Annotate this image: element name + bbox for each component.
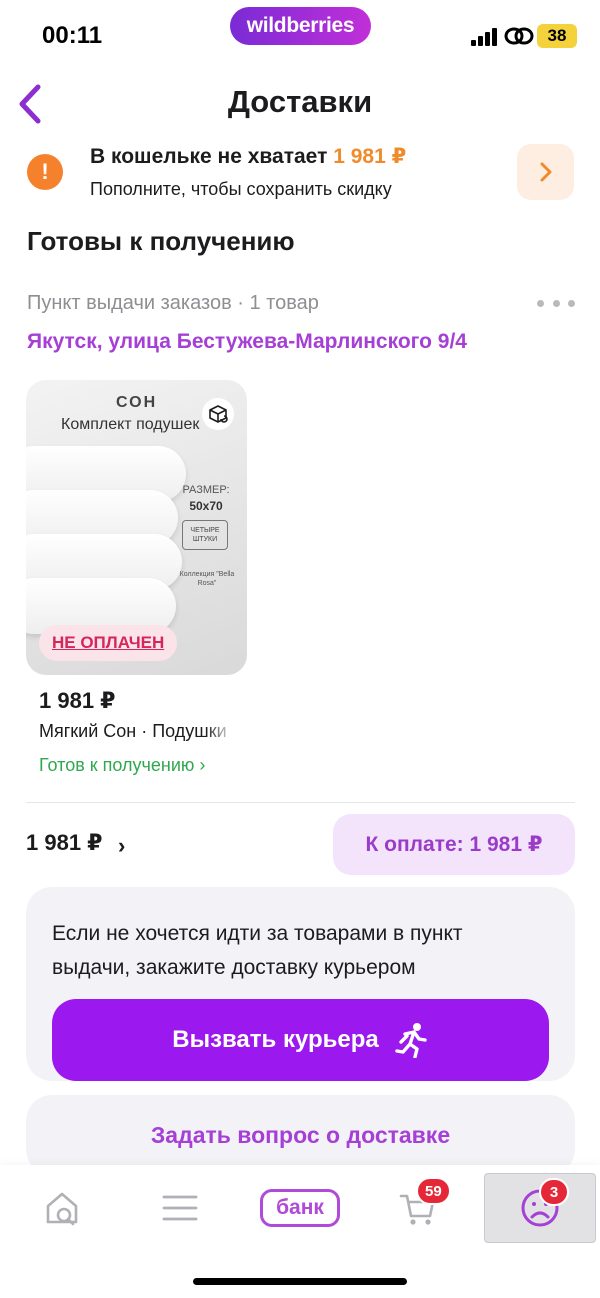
- home-search-icon: [46, 1192, 78, 1226]
- clock: 00:11: [42, 22, 103, 49]
- order-total[interactable]: 1 981 ₽: [26, 830, 102, 856]
- box-return-icon: [209, 405, 228, 423]
- running-person-icon: [395, 1023, 427, 1058]
- wallet-topup-button[interactable]: [517, 144, 574, 200]
- product-price: 1 981 ₽: [39, 688, 116, 713]
- chevron-right-icon: [540, 162, 551, 182]
- chevron-right-icon[interactable]: ›: [118, 833, 125, 859]
- size-value: 50х70: [189, 499, 223, 513]
- tab-catalog[interactable]: [124, 1173, 236, 1243]
- wallet-banner[interactable]: ! В кошельке не хватает 1 981 ₽ Пополнит…: [0, 136, 600, 214]
- section-title: Готовы к получению: [27, 226, 295, 256]
- pickup-address[interactable]: Якутск, улица Бестужева-Марлинского 9/4: [27, 330, 467, 354]
- pay-button[interactable]: К оплате: 1 981 ₽: [333, 814, 575, 875]
- product-image[interactable]: СОН Комплект подушек РАЗМЕР: 50х70 ЧЕТЫР…: [26, 380, 247, 675]
- courier-text: Если не хочется идти за товарами в пункт…: [52, 922, 463, 979]
- call-courier-label: Вызвать курьера: [172, 1026, 379, 1053]
- tab-cart[interactable]: 59: [362, 1173, 474, 1243]
- cart-badge: 59: [416, 1177, 451, 1205]
- bank-logo: банк: [260, 1189, 340, 1227]
- return-box-icon[interactable]: [202, 398, 234, 430]
- more-options-button[interactable]: [537, 292, 575, 314]
- size-label-text: РАЗМЕР:: [182, 484, 230, 496]
- unpaid-badge[interactable]: НЕ ОПЛАЧЕН: [39, 625, 178, 661]
- product-set-title: Комплект подушек: [61, 416, 200, 433]
- wallet-amount: 1 981 ₽: [333, 145, 407, 168]
- dot-icon: [568, 299, 575, 307]
- link-icon: [504, 27, 534, 45]
- call-courier-button[interactable]: Вызвать курьера: [52, 999, 549, 1081]
- collection-label: Коллекция "Bella Rosa": [179, 571, 235, 587]
- divider: [26, 802, 575, 803]
- page-title: Доставки: [227, 84, 373, 119]
- exclamation-icon: !: [27, 154, 63, 190]
- product-status-link[interactable]: Готов к получению ›: [39, 755, 205, 776]
- tab-profile[interactable]: 3: [484, 1173, 596, 1243]
- profile-badge: 3: [539, 1178, 569, 1206]
- pickup-type: Пункт выдачи заказов · 1 товар: [27, 292, 319, 314]
- product-brand-mark: СОН: [116, 394, 158, 411]
- courier-card: Если не хочется идти за товарами в пункт…: [26, 887, 575, 1081]
- ask-delivery-question-button[interactable]: Задать вопрос о доставке: [26, 1095, 575, 1175]
- tab-home[interactable]: [6, 1173, 118, 1243]
- dot-icon: [537, 299, 544, 307]
- wallet-title-text: В кошельке не хватает: [90, 145, 328, 168]
- wallet-title: В кошельке не хватает 1 981 ₽: [90, 144, 406, 169]
- battery-icon: 38: [537, 24, 577, 48]
- signal-icon: [471, 28, 499, 46]
- menu-icon: [162, 1195, 198, 1221]
- home-indicator: [193, 1278, 407, 1285]
- dot-icon: [552, 299, 560, 307]
- size-label: РАЗМЕР: 50х70: [176, 482, 236, 514]
- tab-bank[interactable]: банк: [244, 1173, 356, 1243]
- quantity-box: ЧЕТЫРЕ ШТУКИ: [182, 520, 228, 550]
- wallet-subtitle: Пополните, чтобы сохранить скидку: [90, 179, 392, 199]
- brand-logo: wildberries: [230, 7, 371, 45]
- product-name[interactable]: Мягкий Сон · Подушки: [39, 721, 235, 742]
- status-bar: 00:11 wildberries 38: [0, 0, 600, 72]
